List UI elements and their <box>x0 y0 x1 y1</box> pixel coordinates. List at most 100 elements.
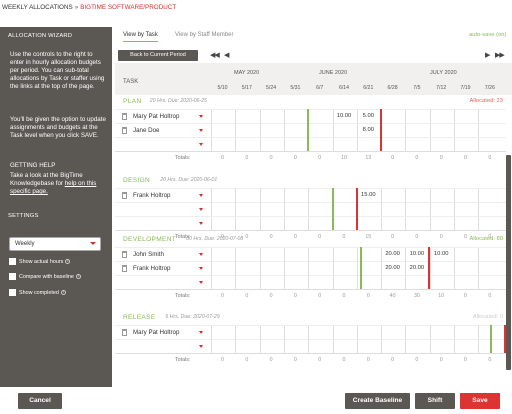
allocation-cell[interactable] <box>405 189 428 203</box>
allocation-cell[interactable] <box>429 124 453 138</box>
allocation-cell[interactable] <box>283 110 307 124</box>
allocation-cell[interactable] <box>283 248 307 262</box>
chevron-down-icon[interactable] <box>199 345 203 348</box>
cancel-button[interactable]: Cancel <box>18 393 62 409</box>
allocation-cell[interactable] <box>283 189 307 203</box>
allocation-cell[interactable] <box>283 340 307 354</box>
allocation-cell[interactable] <box>211 189 234 203</box>
allocation-cell[interactable] <box>332 340 356 354</box>
allocation-cell[interactable] <box>308 124 331 138</box>
allocation-cell[interactable] <box>235 189 258 203</box>
allocation-cell[interactable] <box>283 138 307 152</box>
allocation-cell[interactable] <box>405 340 428 354</box>
allocation-cell[interactable] <box>259 248 283 262</box>
allocation-cell[interactable] <box>235 276 258 290</box>
shift-button[interactable]: Shift <box>415 393 455 409</box>
trash-icon[interactable] <box>122 127 127 134</box>
allocation-cell[interactable] <box>405 203 428 217</box>
allocation-cell[interactable] <box>381 124 404 138</box>
allocation-cell[interactable] <box>308 262 331 276</box>
chevron-down-icon[interactable] <box>199 253 203 256</box>
allocation-cell[interactable] <box>454 110 477 124</box>
allocation-cell[interactable] <box>308 189 331 203</box>
task-section-header[interactable]: PLAN Allocated: 23 20 Hrs. Due: 2020-06-25 <box>115 95 506 109</box>
chevron-down-icon[interactable] <box>199 143 203 146</box>
allocation-cell[interactable] <box>283 262 307 276</box>
allocation-cell[interactable] <box>454 340 477 354</box>
autosave-status[interactable]: auto-save (on) <box>469 32 506 38</box>
allocation-cell[interactable] <box>259 138 283 152</box>
allocation-cell[interactable] <box>405 124 428 138</box>
allocation-cell[interactable] <box>332 138 356 152</box>
allocation-cell[interactable] <box>283 203 307 217</box>
allocation-cell[interactable] <box>381 217 404 231</box>
allocation-cell[interactable] <box>259 262 283 276</box>
tab-view-by-task[interactable]: View by Task <box>123 31 158 42</box>
allocation-cell[interactable] <box>308 326 331 340</box>
allocation-cell[interactable] <box>429 189 453 203</box>
staff-name[interactable]: Mary Pat Holtrop <box>133 329 179 336</box>
allocation-cell[interactable] <box>454 326 477 340</box>
allocation-cell[interactable] <box>356 217 380 231</box>
allocation-cell[interactable] <box>235 110 258 124</box>
chevron-down-icon[interactable] <box>199 194 203 197</box>
trash-icon[interactable] <box>122 192 127 199</box>
allocation-cell[interactable] <box>211 110 234 124</box>
allocation-cell[interactable] <box>283 276 307 290</box>
allocation-cell[interactable] <box>308 138 331 152</box>
allocation-cell[interactable] <box>283 217 307 231</box>
chevron-down-icon[interactable] <box>199 208 203 211</box>
allocation-cell[interactable] <box>356 340 380 354</box>
allocation-cell[interactable] <box>308 217 331 231</box>
allocation-cell[interactable] <box>259 203 283 217</box>
tab-view-by-staff[interactable]: View by Staff Member <box>175 31 233 39</box>
breadcrumb-first[interactable]: WEEKLY ALLOCATIONS <box>2 4 73 11</box>
allocation-cell[interactable] <box>259 189 283 203</box>
allocation-cell[interactable] <box>478 262 501 276</box>
allocation-cell[interactable] <box>235 248 258 262</box>
allocation-cell[interactable] <box>211 340 234 354</box>
allocation-cell[interactable] <box>381 138 404 152</box>
allocation-cell[interactable] <box>259 340 283 354</box>
allocation-cell[interactable] <box>478 110 501 124</box>
trash-icon[interactable] <box>122 251 127 258</box>
allocation-cell[interactable] <box>332 217 356 231</box>
allocation-cell[interactable] <box>259 217 283 231</box>
allocation-cell[interactable] <box>405 110 428 124</box>
allocation-cell[interactable] <box>429 138 453 152</box>
allocation-cell[interactable] <box>429 217 453 231</box>
task-section-header[interactable]: RELEASE Allocated: 0 5 Hrs. Due: 2020-07-2… <box>115 311 506 325</box>
next-button[interactable]: ▶ <box>485 51 490 59</box>
allocation-cell[interactable] <box>308 276 331 290</box>
period-select[interactable]: Weekly <box>9 237 101 251</box>
allocation-cell[interactable] <box>235 326 258 340</box>
allocation-cell[interactable] <box>332 124 356 138</box>
allocation-cell[interactable] <box>211 203 234 217</box>
chevron-down-icon[interactable] <box>199 267 203 270</box>
allocation-cell[interactable] <box>308 110 331 124</box>
allocation-cell[interactable] <box>259 110 283 124</box>
allocation-cell[interactable] <box>356 203 380 217</box>
allocation-cell[interactable] <box>429 276 453 290</box>
task-section-header[interactable]: DESIGN 20 Hrs. Due: 2020-06-01 <box>115 174 506 188</box>
chevron-down-icon[interactable] <box>199 281 203 284</box>
show-actual-hours-checkbox[interactable]: Show actual hours i <box>9 258 71 266</box>
allocation-cell[interactable] <box>283 326 307 340</box>
allocation-cell[interactable] <box>429 326 453 340</box>
trash-icon[interactable] <box>122 113 127 120</box>
prev-all-button[interactable]: ◀◀ <box>210 51 220 59</box>
allocation-cell[interactable] <box>478 217 501 231</box>
trash-icon[interactable] <box>122 265 127 272</box>
allocation-cell[interactable] <box>478 124 501 138</box>
allocation-cell[interactable] <box>454 248 477 262</box>
create-baseline-button[interactable]: Create Baseline <box>345 393 410 409</box>
allocation-cell[interactable] <box>405 217 428 231</box>
allocation-cell[interactable] <box>429 262 453 276</box>
allocation-cell[interactable] <box>381 189 404 203</box>
allocation-cell[interactable] <box>478 276 501 290</box>
allocation-cell[interactable] <box>259 276 283 290</box>
allocation-cell[interactable] <box>235 217 258 231</box>
allocation-cell[interactable] <box>478 248 501 262</box>
allocation-cell[interactable] <box>454 276 477 290</box>
staff-name[interactable]: John Smith <box>133 251 164 258</box>
